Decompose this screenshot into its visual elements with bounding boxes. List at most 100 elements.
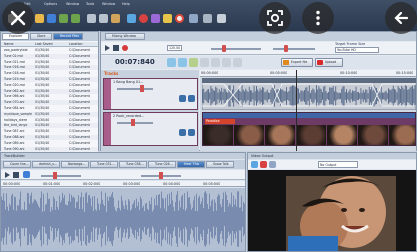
tempo-box[interactable]: 120.00 (167, 45, 182, 51)
vo-snapshot-icon[interactable] (260, 161, 267, 168)
stop-icon[interactable] (113, 45, 119, 51)
cut-icon[interactable] (87, 14, 96, 23)
master-slider-thumb[interactable] (222, 45, 226, 52)
menu-tools[interactable]: Tools (86, 2, 94, 6)
file-row[interactable]: Tune 020.mci 01/30/40 C:\Document (1, 83, 98, 88)
trackbuilder-waveform[interactable] (1, 188, 245, 251)
tb-slider-1-thumb[interactable] (53, 172, 57, 179)
track-header-1[interactable]: 1 Bang Bang 01... (103, 78, 198, 110)
pan-icon[interactable] (222, 58, 231, 67)
tab-trackbuilder-7[interactable]: Snow Talk (206, 161, 234, 168)
zoom-slider[interactable] (273, 48, 315, 50)
column-last-saved[interactable]: Last Saved (35, 42, 65, 47)
timeline-ruler[interactable]: 00:00:000 00:05:000 00:10:000 00:15:000 (200, 70, 416, 77)
tab-trackbuilder-3[interactable]: Tune 031... (90, 161, 118, 168)
track-1-mute-icon[interactable] (179, 95, 186, 102)
track-2-name[interactable]: 2 Rock_recorded... (113, 114, 173, 118)
track-1-name[interactable]: 1 Bang Bang 01... (113, 80, 173, 84)
trim-icon[interactable] (211, 58, 220, 67)
open-icon[interactable] (35, 14, 44, 23)
record-button-icon[interactable] (122, 45, 128, 51)
menu-options[interactable]: Options (44, 2, 57, 6)
column-location[interactable]: Location (69, 42, 99, 47)
tb-loop-icon[interactable] (23, 171, 30, 178)
upload-button[interactable]: Upload (315, 58, 343, 67)
file-row[interactable]: Tune 018.mci 01/30/40 C:\Document (1, 71, 98, 76)
file-row[interactable]: Tune 02.mci 01/30/40 C:\Document (1, 53, 98, 59)
screenshot-button[interactable] (259, 2, 291, 34)
more-button[interactable] (302, 2, 334, 34)
close-button[interactable] (2, 2, 34, 34)
undo-icon[interactable] (59, 14, 68, 23)
vo-fullscreen-icon[interactable] (251, 161, 258, 168)
tab-store[interactable]: Store (30, 33, 52, 40)
back-button[interactable] (385, 2, 417, 34)
paste-icon[interactable] (111, 14, 120, 23)
tab-mixing-window[interactable]: Mixing Window (105, 33, 145, 40)
file-row[interactable]: Tune 087.ani 01/30/40 C:\Document (1, 129, 98, 134)
video-clip[interactable]: Paradise (202, 112, 416, 146)
speaker-icon[interactable] (217, 14, 226, 23)
track-header-2[interactable]: 2 Rock_recorded... (103, 112, 198, 146)
master-slider[interactable] (211, 48, 261, 50)
video-preview[interactable] (248, 170, 416, 251)
mixer-icon[interactable] (127, 14, 136, 23)
file-row[interactable]: the_bird_lanyo 01/30/40 C:\Document (1, 123, 98, 129)
tab-trackbuilder-1[interactable]: darkish_s... (32, 161, 60, 168)
column-name[interactable]: Name (4, 42, 34, 47)
file-row[interactable]: Tune 070.ani 01/30/40 C:\Document (1, 100, 98, 106)
track-2-solo-icon[interactable] (188, 129, 195, 136)
effects-icon[interactable] (151, 14, 160, 23)
loop-icon[interactable] (178, 58, 187, 67)
file-row[interactable]: Tune 016.mci 01/30/40 C:\Document (1, 65, 98, 71)
tab-trackbuilder-0[interactable]: Cover tha... (3, 161, 31, 168)
tab-record-files[interactable]: Record Files (53, 33, 83, 40)
track-1-volume-thumb[interactable] (140, 85, 144, 92)
split-icon[interactable] (189, 58, 198, 67)
file-row[interactable]: Tune 062.ani 01/30/40 C:\Document (1, 88, 98, 94)
volume-icon[interactable] (233, 58, 242, 67)
track-2-volume-thumb[interactable] (131, 119, 135, 126)
monitor-icon[interactable] (203, 14, 212, 23)
audio-clip[interactable] (202, 78, 416, 110)
file-row[interactable]: zoo_poetrytale 01/30/40 C:\Document (1, 48, 98, 53)
file-row[interactable]: holidays_stere 01/30/40 C:\Document (1, 118, 98, 123)
trackbuilder-ruler[interactable]: 00:00:000 00:01:000 00:02:000 00:03:000 … (1, 181, 245, 187)
file-row[interactable]: Tune 019.mci 01/30/40 C:\Document (1, 77, 98, 82)
file-row[interactable]: Tune 066.ani 01/30/40 C:\Document (1, 94, 98, 99)
file-row[interactable]: Tune 021.mci 01/30/40 C:\Document (1, 60, 98, 65)
output-select[interactable]: No Output (318, 161, 358, 168)
file-row[interactable]: Tune 088.ani 01/30/40 C:\Document (1, 135, 98, 140)
play-icon[interactable] (105, 45, 110, 51)
playhead[interactable] (296, 70, 297, 151)
settings-icon[interactable] (189, 14, 198, 23)
track-1-volume[interactable] (117, 88, 153, 90)
menu-help[interactable]: Help (122, 2, 130, 6)
tab-trackbuilder-6[interactable]: Hear This (177, 161, 205, 168)
file-row[interactable]: Tune 084.ani 01/30/40 C:\Document (1, 106, 98, 111)
export-file-button[interactable]: Export file (281, 58, 313, 67)
track-2-mute-icon[interactable] (179, 129, 186, 136)
menu-window-2[interactable]: Window (102, 2, 115, 6)
tab-explorer[interactable]: Explorer (2, 33, 29, 40)
gallery-icon[interactable] (163, 14, 172, 23)
copy-icon[interactable] (99, 14, 108, 23)
snap-icon[interactable] (167, 58, 176, 67)
help-ring-icon[interactable] (175, 14, 184, 23)
tb-play-icon[interactable] (5, 172, 10, 178)
menu-window[interactable]: Window (66, 2, 79, 6)
fade-icon[interactable] (200, 58, 209, 67)
record-icon[interactable] (139, 14, 148, 23)
tab-trackbuilder-2[interactable]: Nonbega... (61, 161, 89, 168)
track-2-volume[interactable] (117, 122, 153, 124)
tb-stop-icon[interactable] (13, 172, 19, 178)
save-icon[interactable] (47, 14, 56, 23)
tb-slider-2-thumb[interactable] (159, 172, 163, 179)
zoom-slider-thumb[interactable] (284, 45, 288, 52)
track-1-solo-icon[interactable] (188, 95, 195, 102)
file-row[interactable]: mystique_sample 01/30/40 C:\Document (1, 111, 98, 117)
tb-slider-1[interactable] (41, 175, 81, 177)
vo-settings-icon[interactable] (269, 161, 276, 168)
tab-trackbuilder-5[interactable]: Tune 026... (148, 161, 176, 168)
file-row[interactable]: Tune 089.ani 01/30/40 C:\Document (1, 141, 98, 146)
